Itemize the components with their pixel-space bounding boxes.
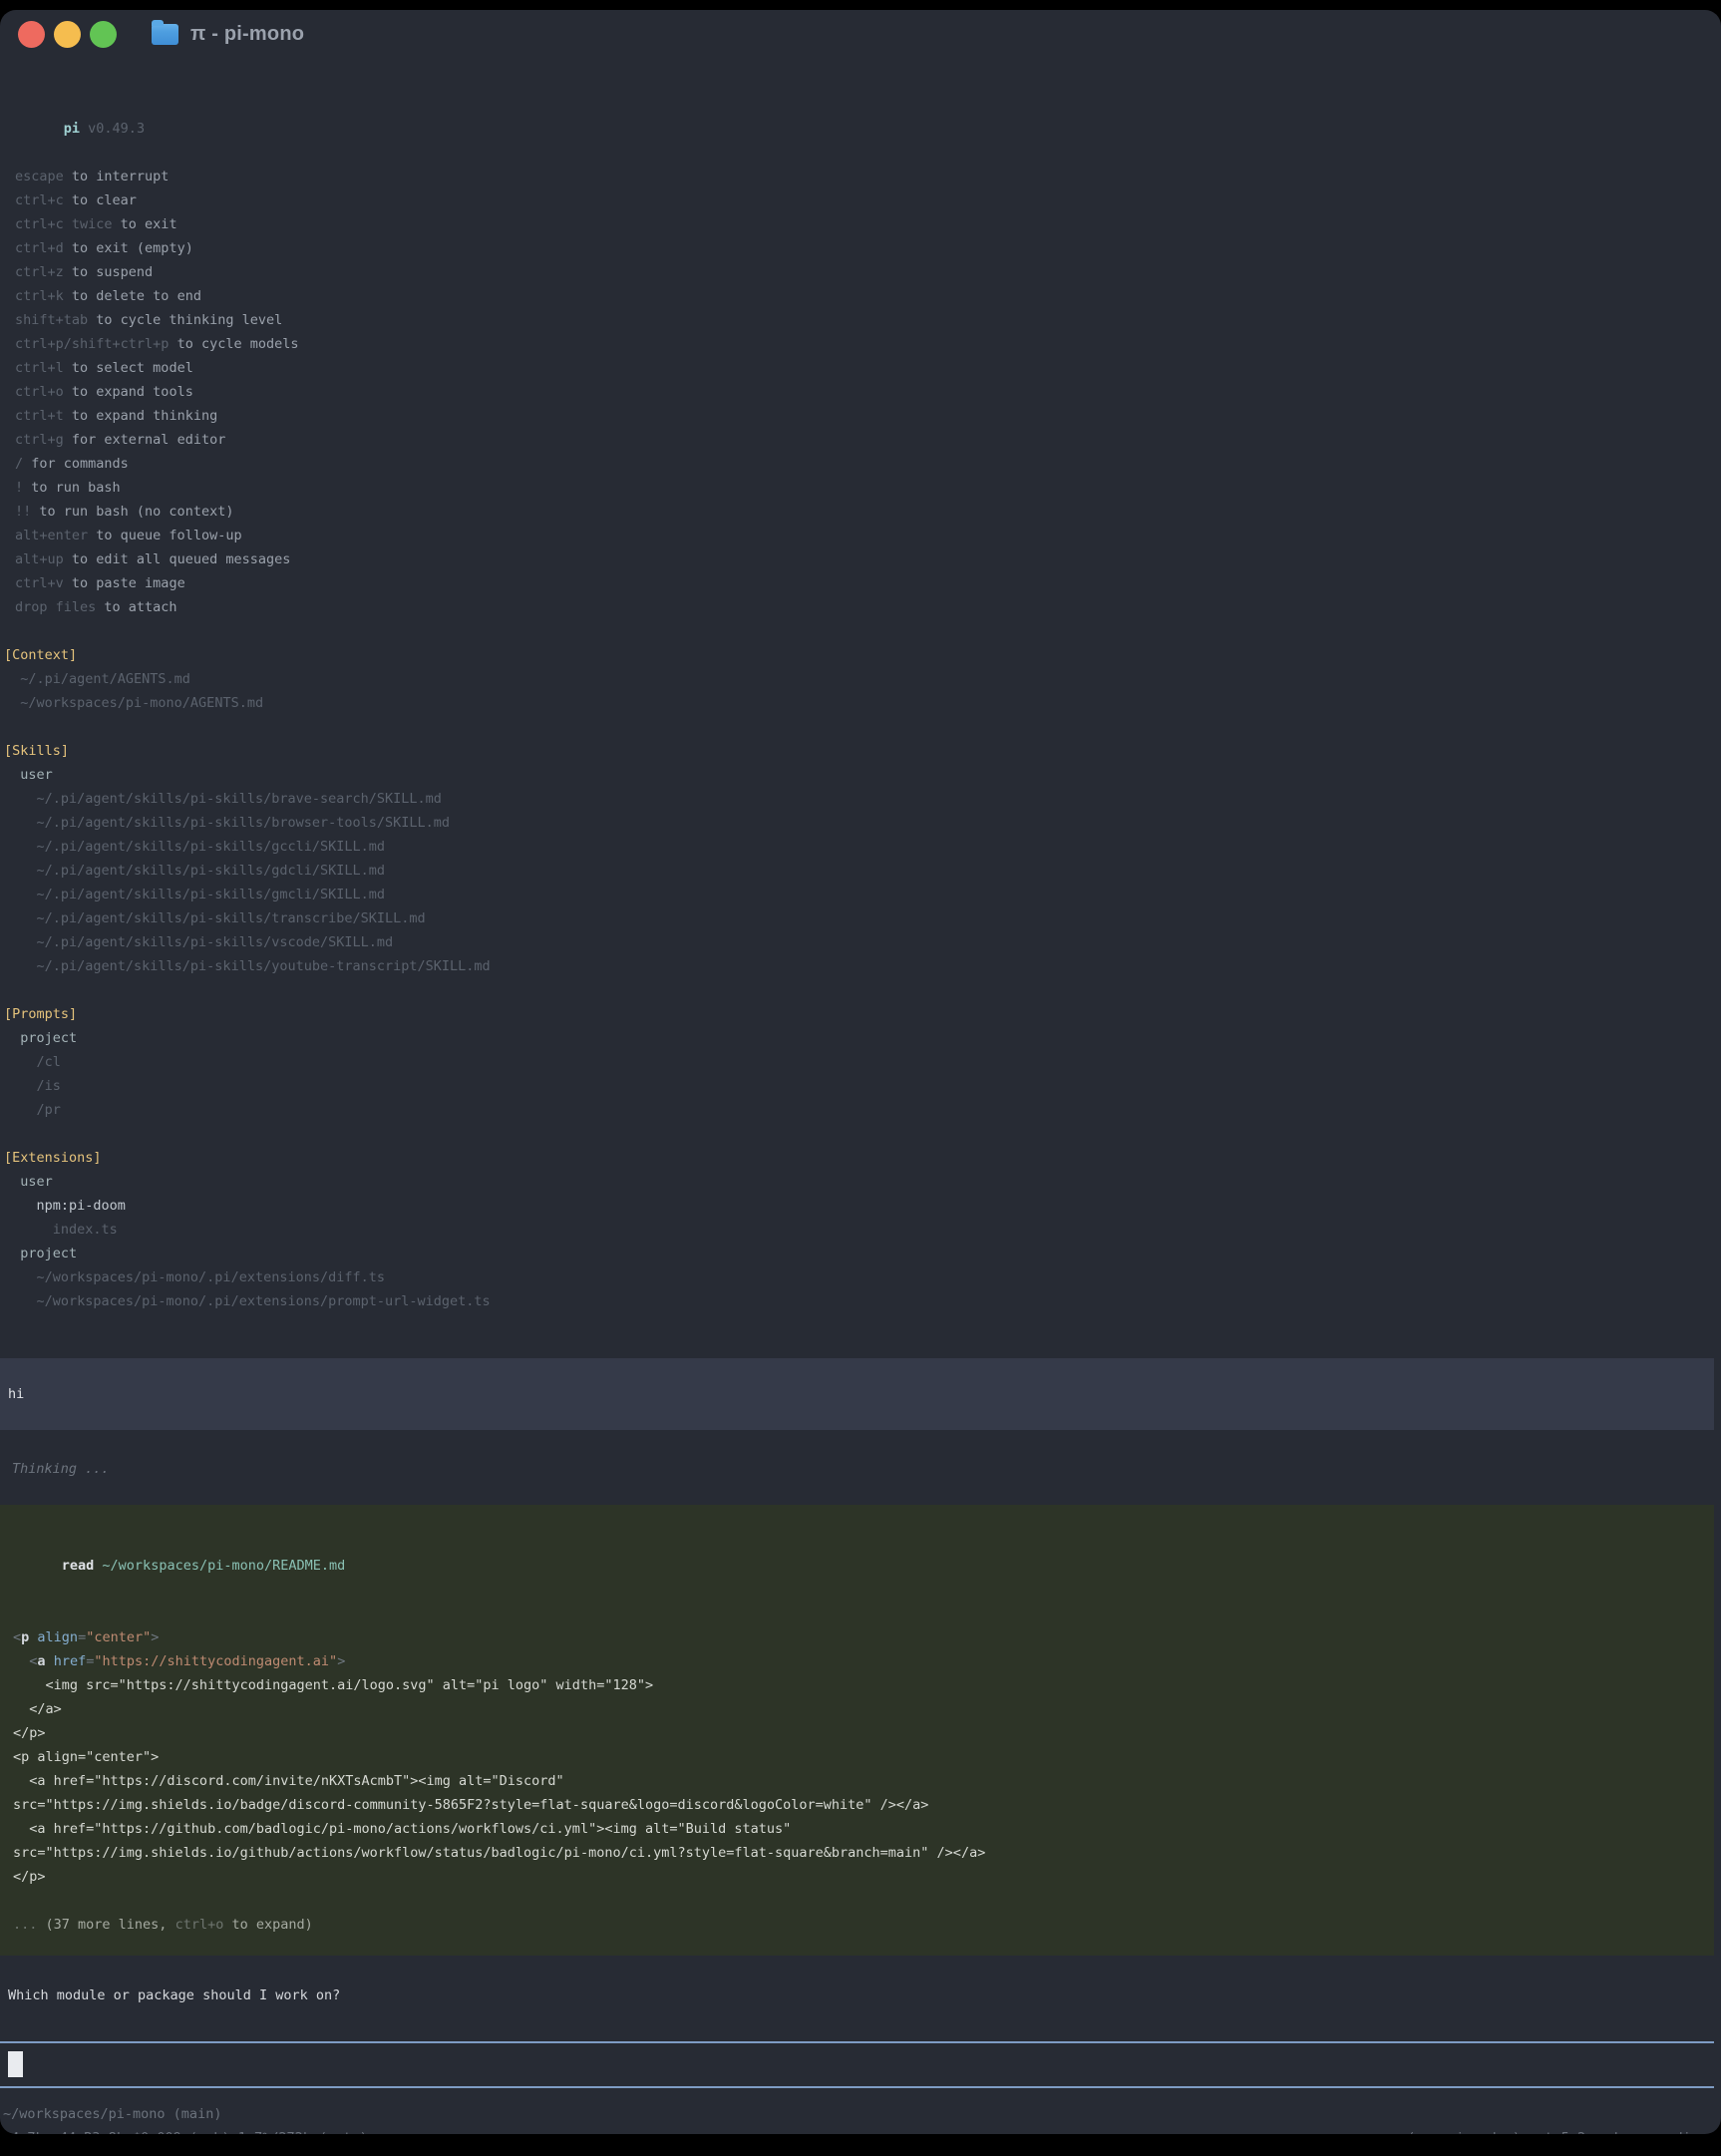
tool-arg: ~/workspaces/pi-mono/README.md [102, 1558, 345, 1574]
terminal-line: <p align="center"> [13, 1745, 1701, 1769]
terminal-line: user [4, 1170, 1721, 1194]
terminal-line: <a href="https://shittycodingagent.ai"> [13, 1649, 1701, 1673]
window-title: π - pi-mono [190, 22, 304, 46]
extensions-section: [Extensions] usernpm:pi-doomindex.tsproj… [4, 1146, 1721, 1313]
skills-section: [Skills] user ~/.pi/agent/skills/pi-skil… [4, 739, 1721, 978]
terminal-line: !! to run bash (no context) [15, 500, 1721, 524]
terminal-line: ctrl+t to expand thinking [15, 404, 1721, 428]
terminal-line: </a> [13, 1697, 1701, 1721]
app-header: pi v0.49.3 escape to interruptctrl+c to c… [15, 93, 1721, 619]
terminal-line: ~/.pi/agent/skills/pi-skills/vscode/SKIL… [4, 930, 1721, 954]
terminal-line: </p> [13, 1721, 1701, 1745]
context-header: [Context] [4, 643, 1721, 667]
terminal-line: <a href="https://discord.com/invite/nKXT… [13, 1769, 1701, 1793]
terminal-line: npm:pi-doom [4, 1194, 1721, 1218]
prompt-input[interactable] [0, 2041, 1714, 2088]
terminal-line: alt+enter to queue follow-up [15, 524, 1721, 547]
expand-line[interactable]: ... (37 more lines, ctrl+o to expand) [13, 1913, 1701, 1937]
terminal-line: ~/workspaces/pi-mono/AGENTS.md [4, 691, 1721, 715]
user-message-block: hi [0, 1358, 1714, 1430]
app-version-line: pi v0.49.3 [15, 93, 1721, 165]
tool-name: read [62, 1558, 95, 1574]
usage-stats: ↑4.7k ↓44 R3.8k $0.009 (sub) 1.7%/272k (… [3, 2126, 368, 2134]
terminal-line: ~/.pi/agent/skills/pi-skills/transcribe/… [4, 906, 1721, 930]
terminal-line: shift+tab to cycle thinking level [15, 308, 1721, 332]
terminal-line: escape to interrupt [15, 165, 1721, 188]
skills-header: [Skills] [4, 739, 1721, 763]
extensions-rows: usernpm:pi-doomindex.tsproject~/workspac… [4, 1170, 1721, 1313]
terminal-line: <p align="center"> [13, 1625, 1701, 1649]
status-line: ↑4.7k ↓44 R3.8k $0.009 (sub) 1.7%/272k (… [3, 2126, 1721, 2134]
prompts-group-label: project [4, 1026, 1721, 1050]
model-info: (openai-codex) gpt-5.2-codex · medium [1407, 2126, 1707, 2134]
folder-icon [152, 24, 178, 45]
terminal-line: /pr [4, 1098, 1721, 1122]
terminal-line: ~/workspaces/pi-mono/.pi/extensions/prom… [4, 1289, 1721, 1313]
prompts-section: [Prompts] project /cl/is/pr [4, 1002, 1721, 1122]
terminal-line: / for commands [15, 452, 1721, 476]
terminal-line: /is [4, 1074, 1721, 1098]
skills-group-label: user [4, 763, 1721, 787]
terminal-line: ctrl+c to clear [15, 188, 1721, 212]
terminal-line: ~/.pi/agent/skills/pi-skills/browser-too… [4, 811, 1721, 835]
terminal-line: index.ts [4, 1218, 1721, 1242]
terminal-line: alt+up to edit all queued messages [15, 547, 1721, 571]
blank-line [13, 1602, 1701, 1625]
terminal-line: project [4, 1242, 1721, 1265]
terminal-line: ~/.pi/agent/skills/pi-skills/brave-searc… [4, 787, 1721, 811]
app-version: v0.49.3 [88, 121, 145, 137]
thinking-indicator: Thinking ... [12, 1457, 1721, 1481]
maximize-button[interactable] [90, 21, 117, 48]
app-name: pi [64, 121, 80, 137]
terminal-line: ~/workspaces/pi-mono/.pi/extensions/diff… [4, 1265, 1721, 1289]
terminal-line: src="https://img.shields.io/badge/discor… [13, 1793, 1701, 1817]
terminal-line: /cl [4, 1050, 1721, 1074]
terminal-line: ctrl+z to suspend [15, 260, 1721, 284]
close-button[interactable] [18, 21, 45, 48]
terminal-line: </p> [13, 1865, 1701, 1889]
prompts-items: /cl/is/pr [4, 1050, 1721, 1122]
terminal-line: ~/.pi/agent/AGENTS.md [4, 667, 1721, 691]
terminal-line: drop files to attach [15, 595, 1721, 619]
terminal-line: <img src="https://shittycodingagent.ai/l… [13, 1673, 1701, 1697]
terminal-line: ~/.pi/agent/skills/pi-skills/youtube-tra… [4, 954, 1721, 978]
terminal-line: ctrl+l to select model [15, 356, 1721, 380]
code-lines: <p align="center"> <a href="https://shit… [13, 1625, 1701, 1889]
assistant-message: Which module or package should I work on… [8, 1983, 1721, 2007]
terminal-line: ! to run bash [15, 476, 1721, 500]
terminal-line: ctrl+g for external editor [15, 428, 1721, 452]
user-message-text: hi [8, 1382, 1706, 1406]
terminal-line: ~/.pi/agent/skills/pi-skills/gccli/SKILL… [4, 835, 1721, 859]
terminal-line: ctrl+p/shift+ctrl+p to cycle models [15, 332, 1721, 356]
tool-call-header: read ~/workspaces/pi-mono/README.md [13, 1530, 1701, 1602]
terminal-line: ctrl+o to expand tools [15, 380, 1721, 404]
terminal-line: ctrl+d to exit (empty) [15, 236, 1721, 260]
terminal-window: π - pi-mono pi v0.49.3 escape to interrup… [0, 10, 1721, 2134]
terminal-line: src="https://img.shields.io/github/actio… [13, 1841, 1701, 1865]
skills-items: ~/.pi/agent/skills/pi-skills/brave-searc… [4, 787, 1721, 978]
extensions-header: [Extensions] [4, 1146, 1721, 1170]
prompts-header: [Prompts] [4, 1002, 1721, 1026]
terminal-line: <a href="https://github.com/badlogic/pi-… [13, 1817, 1701, 1841]
status-bar: ~/workspaces/pi-mono (main) ↑4.7k ↓44 R3… [3, 2102, 1721, 2134]
context-items: ~/.pi/agent/AGENTS.md~/workspaces/pi-mon… [4, 667, 1721, 715]
terminal-line: ctrl+c twice to exit [15, 212, 1721, 236]
terminal-line: ctrl+k to delete to end [15, 284, 1721, 308]
minimize-button[interactable] [54, 21, 81, 48]
context-section: [Context] ~/.pi/agent/AGENTS.md~/workspa… [4, 643, 1721, 715]
tool-call-block: read ~/workspaces/pi-mono/README.md <p al… [0, 1505, 1714, 1956]
terminal-line: ctrl+v to paste image [15, 571, 1721, 595]
blank-line [13, 1889, 1701, 1913]
text-cursor [8, 2051, 23, 2077]
terminal-line: ~/.pi/agent/skills/pi-skills/gmcli/SKILL… [4, 883, 1721, 906]
terminal-line: ~/.pi/agent/skills/pi-skills/gdcli/SKILL… [4, 859, 1721, 883]
shortcut-list: escape to interruptctrl+c to clearctrl+c… [15, 165, 1721, 619]
cwd-branch: ~/workspaces/pi-mono (main) [3, 2102, 1721, 2126]
titlebar: π - pi-mono [0, 10, 1721, 58]
